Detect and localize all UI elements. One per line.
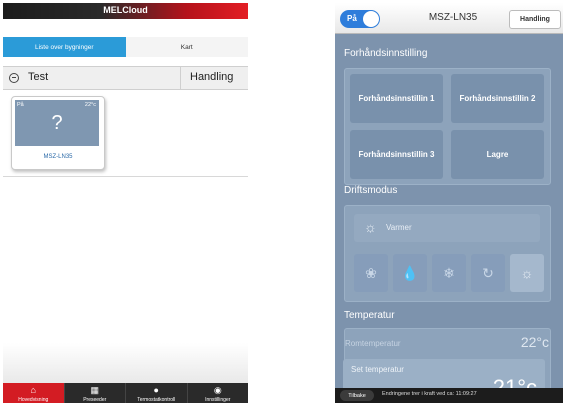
divider [3,176,248,177]
unit-tile[interactable]: På 22°c ? MSZ-LN35 [11,96,105,170]
temperature-heading: Temperatur [344,310,395,321]
preset-panel: Forhåndsinnstillin 1 Forhåndsinnstillin … [344,68,551,185]
control-header: På MSZ-LN35 Handling [335,3,563,34]
unknown-unit-icon: ? [51,112,63,134]
nav-label: Hovedvisning [18,397,49,403]
back-button[interactable]: Tilbake [340,390,374,401]
info-icon: ● [153,385,159,395]
drop-icon: 💧 [401,264,419,281]
mode-auto-button[interactable]: ↻ [471,254,505,292]
collapse-icon[interactable] [9,73,19,83]
preset-button-1[interactable]: Forhåndsinnstillin 1 [350,74,443,123]
view-tabs: Liste over bygninger Kart [3,37,248,57]
building-group-row[interactable]: Test Handling [3,66,248,90]
handling-button[interactable]: Handling [190,71,233,83]
set-temperature-label: Set temperatur [351,365,404,374]
unit-control-screen: På MSZ-LN35 Handling Forhåndsinnstilling… [335,3,563,403]
tab-map[interactable]: Kart [126,37,249,57]
room-temperature-label: Romtemperatur [345,339,401,348]
mode-heat-button[interactable]: ☼ [510,254,544,292]
divider [180,67,181,89]
home-icon: ⌂ [30,385,36,395]
power-toggle[interactable]: På [340,10,380,28]
current-mode-display: ☼ Varmer [354,214,540,242]
unit-thumbnail: På 22°c ? [15,100,99,146]
preset-button-3[interactable]: Forhåndsinnstillin 3 [350,130,443,179]
toggle-knob [363,11,379,27]
mode-panel: ☼ Varmer ❀ 💧 ❄ ↻ ☼ [344,205,551,302]
nav-item-thermostat[interactable]: ● Termostatkontroll [126,383,188,403]
empty-list-area [3,343,248,383]
snowflake-icon: ❄ [443,264,455,281]
nav-item-settings[interactable]: ◉ Innstillinger [188,383,249,403]
device-title: MSZ-LN35 [428,12,478,23]
mode-fan-button[interactable]: ❀ [354,254,388,292]
tab-building-list[interactable]: Liste over bygninger [3,37,126,57]
preset-button-2[interactable]: Forhåndsinnstillin 2 [451,74,544,123]
nav-label: Preseeder [83,397,107,403]
nav-item-home[interactable]: ⌂ Hovedvisning [3,383,65,403]
mode-heading: Driftsmodus [344,185,398,196]
auto-icon: ↻ [482,264,494,281]
nav-label: Innstillinger [205,397,231,403]
unit-name: MSZ-LN35 [43,154,73,160]
app-title: MELCloud [103,5,148,15]
nav-item-presets[interactable]: ▦ Preseeder [65,383,126,403]
bottom-navigation: ⌂ Hovedvisning ▦ Preseeder ● Termostatko… [3,383,248,403]
room-temperature-value: 22°c [520,334,549,350]
sun-icon: ☼ [364,219,377,235]
fan-icon: ❀ [365,264,377,281]
bottom-bar: Tilbake Endringene trer i kraft ved ca: … [335,388,563,403]
unit-power-status: På [17,102,24,108]
mode-dry-button[interactable]: 💧 [393,254,427,292]
current-mode-label: Varmer [386,223,412,232]
settings-icon: ◉ [213,385,222,395]
grid-icon: ▦ [90,385,99,395]
building-list-screen: MELCloud Liste over bygninger Kart Test … [3,3,248,403]
mode-cool-button[interactable]: ❄ [432,254,466,292]
app-header: MELCloud [3,3,248,19]
preset-heading: Forhåndsinnstilling [344,48,428,59]
handling-button[interactable]: Handling [509,10,561,29]
sun-icon: ☼ [520,265,534,281]
nav-label: Termostatkontroll [137,397,176,403]
building-name: Test [28,71,49,83]
save-preset-button[interactable]: Lagre [451,130,544,179]
power-label: På [347,14,357,23]
unit-temperature: 22°c [84,102,96,108]
changes-notice: Endringene trer i kraft ved ca: 11:09:27 [382,391,477,397]
